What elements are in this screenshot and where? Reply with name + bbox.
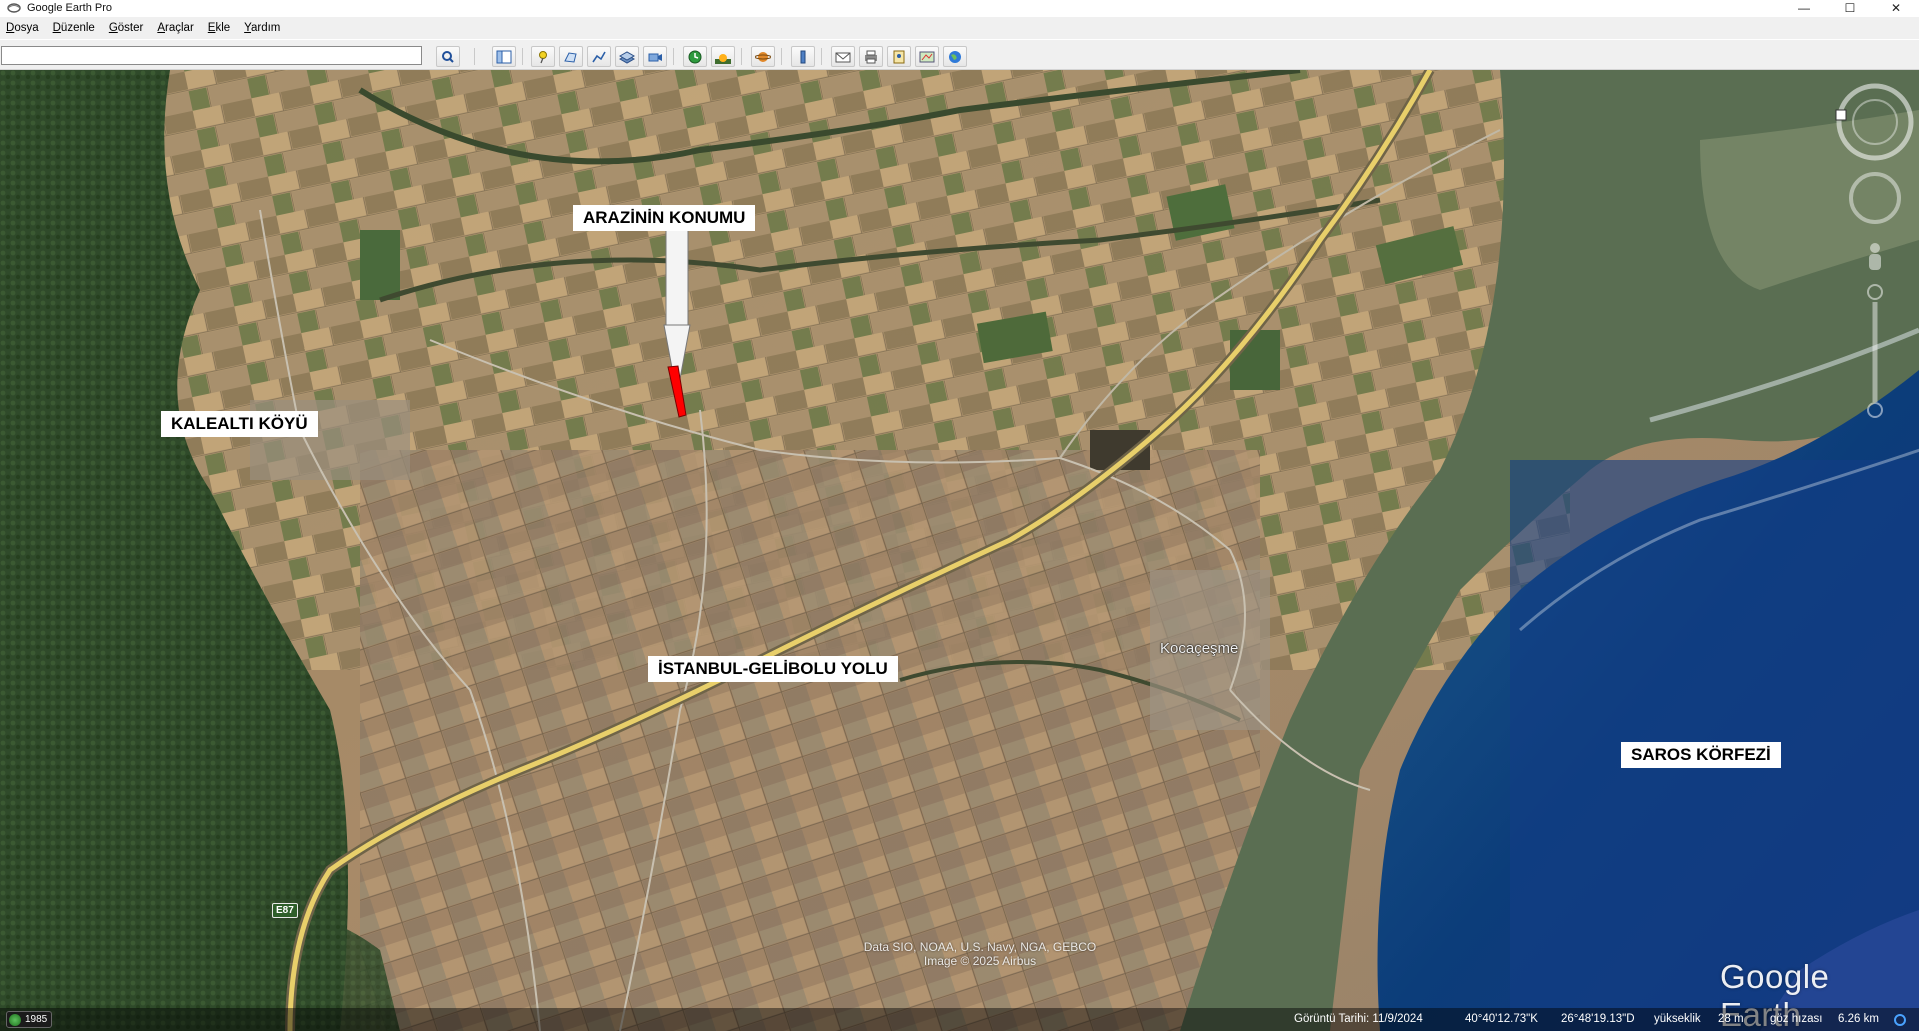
- record-tour-icon: [648, 53, 662, 61]
- sunlight-button[interactable]: [711, 46, 735, 67]
- longitude-readout: 26°48'19.13"D: [1561, 1013, 1635, 1025]
- road-shield-e87: E87: [272, 903, 298, 918]
- toolbar-separator: [474, 48, 475, 65]
- add-placemark-button[interactable]: [531, 46, 555, 67]
- print-button[interactable]: [859, 46, 883, 67]
- add-polygon-button[interactable]: [559, 46, 583, 67]
- gulf-label: SAROS KÖRFEZİ: [1621, 742, 1781, 768]
- maximize-button[interactable]: ☐: [1827, 0, 1873, 16]
- window-title: Google Earth Pro: [27, 2, 112, 14]
- navigation-controls[interactable]: [1834, 80, 1916, 420]
- sun-icon: [715, 53, 731, 64]
- menu-file[interactable]: Dosya: [6, 22, 39, 34]
- elevation-value: 28 m: [1718, 1013, 1744, 1025]
- menu-bar: Dosya Düzenle Göster Araçlar Ekle Yardım: [0, 17, 1919, 39]
- globe-icon: [949, 50, 961, 63]
- menu-edit[interactable]: Düzenle: [53, 22, 95, 34]
- imagery-attribution: Data SIO, NOAA, U.S. Navy, NGA, GEBCO Im…: [863, 940, 1097, 968]
- person-icon[interactable]: [1869, 243, 1881, 270]
- location-label: ARAZİNİN KONUMU: [573, 205, 756, 231]
- clock-icon: [688, 50, 702, 63]
- email-button[interactable]: [831, 46, 855, 67]
- elevation-label: yükseklik: [1654, 1013, 1701, 1025]
- status-bar: 1985 Görüntü Tarihi: 11/9/2024 40°40'12.…: [0, 1008, 1919, 1031]
- imagery-year: 1985: [25, 1014, 48, 1025]
- toolbar-separator: [781, 48, 782, 65]
- toolbar: [0, 40, 1919, 70]
- eye-altitude-value: 6.26 km: [1838, 1013, 1879, 1025]
- image-overlay-icon: [619, 50, 635, 64]
- compass-icon[interactable]: [1835, 83, 1914, 161]
- planet-icon: [755, 51, 771, 62]
- streaming-icon: [1894, 1014, 1906, 1026]
- menu-tools[interactable]: Araçlar: [157, 22, 193, 34]
- minimize-button[interactable]: —: [1781, 0, 1827, 16]
- toolbar-separator: [741, 48, 742, 65]
- town-label-kocacesme[interactable]: Kocaçeşme: [1160, 640, 1238, 657]
- close-button[interactable]: ✕: [1873, 0, 1919, 16]
- toolbar-separator: [522, 48, 523, 65]
- google-earth-web-button[interactable]: [943, 46, 967, 67]
- zoom-slider[interactable]: [1867, 284, 1883, 418]
- record-tour-button[interactable]: [643, 46, 667, 67]
- imagery-date: Görüntü Tarihi: 11/9/2024: [1294, 1013, 1423, 1025]
- polygon-icon: [564, 51, 577, 63]
- save-image-icon: [893, 50, 905, 63]
- historical-imagery-badge[interactable]: 1985: [6, 1011, 53, 1028]
- magnifier-icon: [442, 50, 454, 63]
- add-path-button[interactable]: [587, 46, 611, 67]
- add-image-overlay-button[interactable]: [615, 46, 639, 67]
- sidebar-icon: [496, 50, 512, 63]
- toolbar-separator: [673, 48, 674, 65]
- map-viewport[interactable]: ARAZİNİN KONUMU KALEALTI KÖYÜ İSTANBUL-G…: [0, 70, 1919, 1031]
- road-label: İSTANBUL-GELİBOLU YOLU: [648, 656, 898, 682]
- latitude-readout: 40°40'12.73"K: [1465, 1013, 1538, 1025]
- google-earth-app-icon: [7, 3, 21, 13]
- title-bar: Google Earth Pro — ☐ ✕: [0, 0, 1919, 16]
- view-in-maps-button[interactable]: [915, 46, 939, 67]
- village-label: KALEALTI KÖYÜ: [161, 411, 318, 437]
- printer-icon: [865, 50, 877, 63]
- search-input[interactable]: [1, 46, 422, 65]
- envelope-icon: [835, 52, 851, 62]
- ruler-button[interactable]: [791, 46, 815, 67]
- window-controls: — ☐ ✕: [1781, 0, 1919, 16]
- save-image-button[interactable]: [887, 46, 911, 67]
- search-button[interactable]: [436, 46, 460, 67]
- menu-view[interactable]: Göster: [109, 22, 144, 34]
- switch-planet-button[interactable]: [751, 46, 775, 67]
- eye-altitude-label: göz hızası: [1770, 1013, 1823, 1025]
- pushpin-icon: [539, 50, 547, 63]
- satellite-imagery: [0, 70, 1919, 1031]
- toolbar-separator: [821, 48, 822, 65]
- path-icon: [592, 51, 606, 62]
- ruler-icon: [800, 50, 806, 63]
- menu-help[interactable]: Yardım: [244, 22, 280, 34]
- maps-icon: [919, 51, 935, 62]
- globe-icon: [9, 1013, 21, 1026]
- menu-add[interactable]: Ekle: [208, 22, 230, 34]
- look-joystick-icon[interactable]: [1849, 172, 1901, 224]
- sidebar-toggle-button[interactable]: [492, 46, 516, 67]
- historical-imagery-button[interactable]: [683, 46, 707, 67]
